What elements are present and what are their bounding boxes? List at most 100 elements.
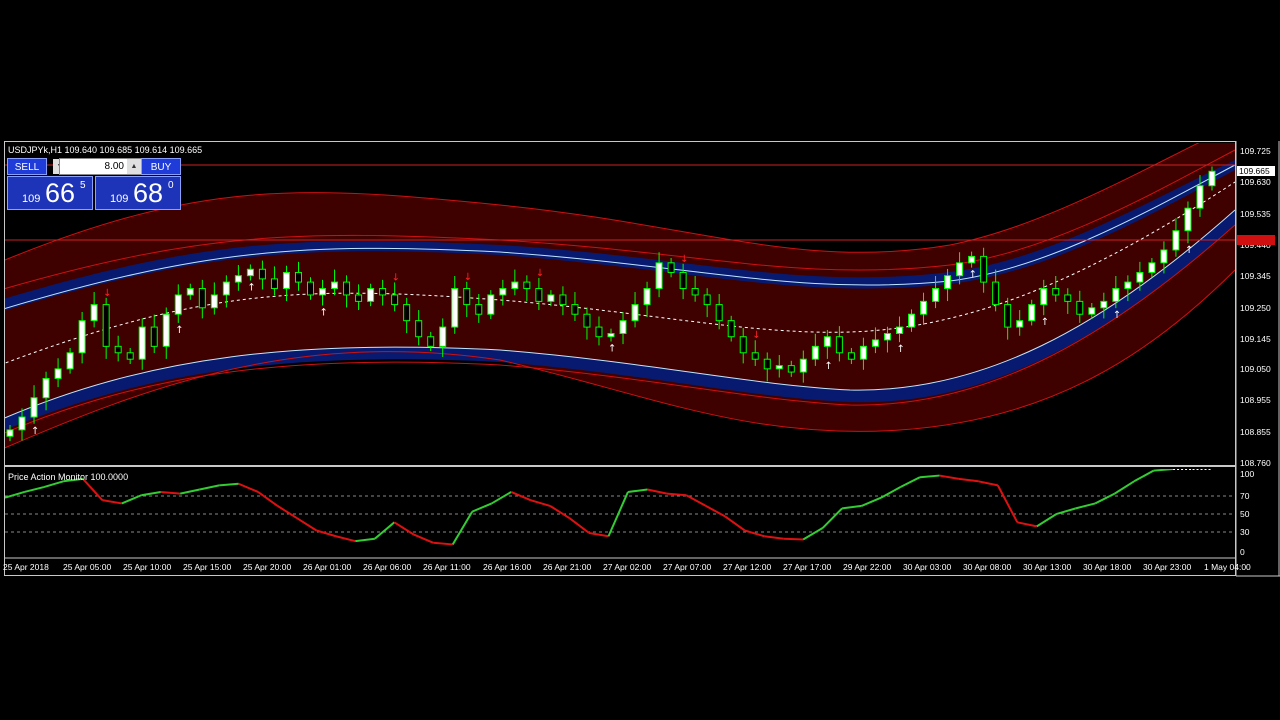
candle-body	[1172, 230, 1180, 251]
time-tick: 29 Apr 22:00	[843, 562, 892, 572]
candle-body	[908, 313, 915, 328]
buy-arrow-icon: ↑	[247, 282, 255, 293]
buy-arrow-icon: ↑	[896, 344, 904, 355]
price-tick: 109.725	[1240, 146, 1271, 156]
indicator-segment	[5, 491, 25, 499]
sell-price-box[interactable]: 109 66 5	[7, 176, 93, 210]
candle-body	[1064, 294, 1072, 302]
lot-increase-button[interactable]: ▲	[127, 159, 141, 174]
price-tick: 109.250	[1240, 303, 1271, 313]
candle-body	[619, 320, 627, 335]
indicator-segment	[102, 499, 122, 505]
candle-body	[379, 288, 387, 296]
candle-body	[270, 278, 278, 290]
sell-button[interactable]: SELL	[7, 158, 47, 175]
indicator-segment	[219, 482, 239, 487]
candle-body	[1052, 288, 1060, 296]
indicator-segment	[393, 521, 415, 536]
time-tick: 30 Apr 03:00	[903, 562, 952, 572]
candle-body	[1100, 300, 1108, 309]
indicator-segment	[491, 491, 512, 505]
buy-arrow-icon: ↑	[1185, 245, 1193, 256]
sell-arrow-icon: ↓	[752, 330, 760, 341]
indicator-segment	[627, 488, 648, 493]
candle-body	[1160, 249, 1168, 264]
candle-body	[895, 326, 903, 335]
price-area: ↑ ↓ ↑ ↑ ↑ ↓ ↓ ↓ ↑ ↓ ↓ ↑ ↑ ↑ ↑ ↑ ↑	[5, 143, 1235, 449]
indicator-segment	[1075, 502, 1096, 510]
candle-body	[294, 271, 302, 283]
time-tick: 30 Apr 23:00	[1143, 562, 1192, 572]
indicator-segment	[413, 533, 434, 544]
candle-body	[751, 352, 759, 360]
candle-body	[1016, 320, 1024, 328]
time-tick: 26 Apr 21:00	[543, 562, 592, 572]
candle-body	[282, 271, 290, 290]
candle-body	[30, 397, 38, 418]
indicator-segment	[1153, 469, 1174, 472]
candle-body	[715, 304, 723, 322]
time-tick: 30 Apr 13:00	[1023, 562, 1072, 572]
indicator-segment	[821, 507, 843, 529]
sell-arrow-icon: ↓	[536, 268, 544, 279]
candle-body	[355, 294, 363, 302]
indicator-segment	[1133, 469, 1155, 483]
candle-body	[1184, 207, 1192, 232]
candle-body	[198, 288, 206, 309]
time-tick: 27 Apr 12:00	[723, 562, 772, 572]
candle-body	[439, 326, 447, 347]
candle-body	[691, 288, 699, 296]
indicator-level: 30	[1240, 527, 1250, 537]
buy-arrow-icon: ↑	[969, 270, 977, 281]
buy-price-box[interactable]: 109 68 0	[95, 176, 181, 210]
indicator-segment	[296, 517, 318, 532]
candle-body	[799, 358, 807, 373]
candle-body	[186, 288, 194, 296]
indicator-segment	[880, 486, 901, 499]
candle-body	[90, 304, 98, 322]
candle-body	[631, 304, 639, 322]
time-tick: 26 Apr 01:00	[303, 562, 352, 572]
candle-body	[499, 288, 507, 296]
indicator-level: 0	[1240, 547, 1245, 557]
time-tick: 27 Apr 02:00	[603, 562, 652, 572]
price-tick: 108.760	[1240, 458, 1271, 468]
indicator-segment	[939, 474, 960, 480]
candle-body	[403, 304, 411, 322]
sell-arrow-icon: ↓	[680, 254, 688, 265]
candle-body	[487, 294, 495, 315]
indicator-segment	[257, 491, 279, 507]
indicator-segment	[1055, 507, 1077, 516]
indicator-title: Price Action Monitor 100.0000	[8, 472, 129, 482]
candle-body	[150, 326, 158, 347]
candle-body	[475, 304, 483, 315]
buy-price-fraction: 0	[168, 180, 174, 191]
candle-body	[78, 320, 86, 354]
indicator-segment	[433, 541, 453, 546]
sell-price-main: 66	[45, 178, 76, 208]
chart-canvas[interactable]: ↑ ↓ ↑ ↑ ↑ ↓ ↓ ↓ ↑ ↓ ↓ ↑ ↑ ↑ ↑ ↑ ↑	[0, 0, 1280, 720]
indicator-segment	[724, 515, 746, 532]
candle-body	[138, 326, 146, 360]
candle-body	[210, 294, 218, 309]
buy-button[interactable]: BUY	[141, 158, 181, 175]
indicator-segment	[471, 502, 493, 513]
candle-body	[463, 288, 471, 306]
candle-body	[607, 333, 615, 338]
indicator-segment	[43, 480, 64, 488]
candle-body	[847, 352, 855, 360]
indicator-segment	[374, 521, 395, 540]
time-tick: 25 Apr 2018	[3, 562, 49, 572]
candle-body	[1208, 170, 1216, 187]
candle-body	[523, 281, 531, 290]
candle-body	[1136, 271, 1144, 283]
buy-arrow-icon: ↑	[824, 361, 832, 372]
indicator-segment	[996, 484, 1019, 523]
candle-body	[1124, 281, 1132, 290]
candle-body	[932, 288, 940, 302]
indicator-segment	[238, 482, 259, 493]
price-tick: 109.630	[1240, 177, 1271, 187]
indicator-segment	[783, 537, 804, 541]
candle-body	[655, 262, 663, 290]
buy-arrow-icon: ↑	[1113, 310, 1121, 321]
